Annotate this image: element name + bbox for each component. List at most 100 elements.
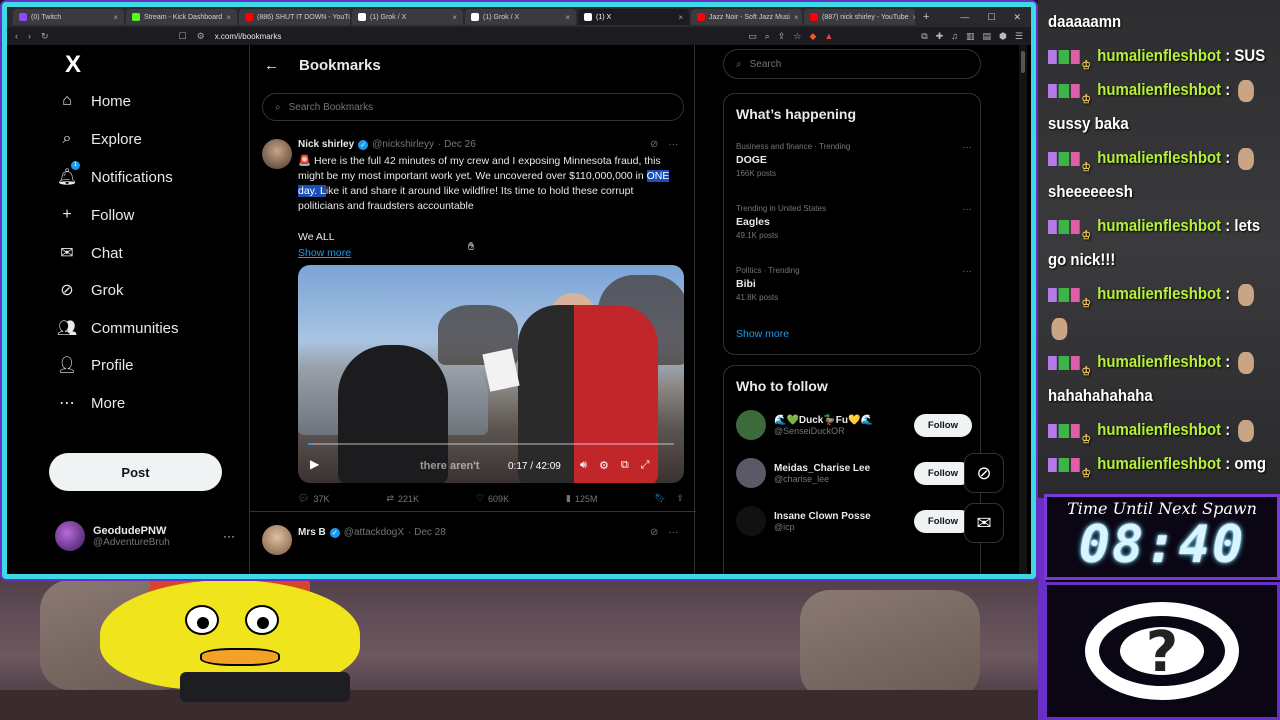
- chat-username[interactable]: humalienfleshbot: [1097, 216, 1221, 235]
- nav-item-follow[interactable]: + Follow: [57, 205, 134, 225]
- scrollbar[interactable]: [1019, 45, 1027, 574]
- tweet-handle[interactable]: @attackdogX: [344, 527, 404, 538]
- nav-item-grok[interactable]: ⊘ Grok: [57, 280, 123, 300]
- nav-item-home[interactable]: ⌂ Home: [57, 91, 131, 111]
- rewards-icon[interactable]: ▲: [824, 31, 833, 42]
- browser-tab[interactable]: (0) Twitch ×: [13, 9, 124, 25]
- browser-tab[interactable]: (1) Grok / X ×: [352, 9, 463, 25]
- show-more-link[interactable]: Show more: [298, 247, 351, 259]
- tweet-avatar[interactable]: [262, 525, 292, 555]
- follow-suggestion[interactable]: Insane Clown Posse @icp Follow: [736, 506, 972, 536]
- browser-tab[interactable]: (887) nick shirley - YouTube×: [804, 9, 915, 25]
- more-options-icon[interactable]: ···: [962, 266, 972, 277]
- repost-button[interactable]: ⇄ 221K: [386, 493, 419, 504]
- show-more-link[interactable]: Show more: [736, 328, 789, 340]
- chat-username[interactable]: humalienfleshbot: [1097, 46, 1221, 65]
- bookmark-button[interactable]: 🔖︎ ⇪: [654, 493, 684, 504]
- messages-float-button[interactable]: ✉: [964, 503, 1004, 543]
- chat-username[interactable]: humalienfleshbot: [1097, 420, 1221, 439]
- video-player[interactable]: ▶ there aren't 0:17 / 42:09 🔊︎ ⚙ ⧉ ⤢: [298, 265, 684, 483]
- more-options-icon[interactable]: ···: [668, 527, 678, 538]
- close-tab-icon[interactable]: ×: [678, 13, 683, 22]
- media-icon[interactable]: ♫: [951, 31, 958, 42]
- video-progress-bar[interactable]: [308, 443, 674, 445]
- more-options-icon[interactable]: ···: [668, 139, 678, 150]
- nav-item-notifications[interactable]: 🔔︎ 1 Notifications: [57, 161, 173, 187]
- grok-icon[interactable]: ⊘: [650, 527, 658, 538]
- trend-item[interactable]: Politics · Trending Bibi 41.8K posts ···: [736, 266, 972, 302]
- browser-tab[interactable]: (886) SHUT IT DOWN - YouTu×: [239, 9, 350, 25]
- close-tab-icon[interactable]: ×: [226, 13, 231, 22]
- close-tab-icon[interactable]: ×: [913, 13, 915, 22]
- tweet-author-name[interactable]: Nick shirley: [298, 139, 354, 150]
- menu-icon[interactable]: ☰: [1015, 31, 1023, 42]
- vpn-icon[interactable]: ⬢: [999, 31, 1007, 42]
- reload-icon[interactable]: ↻: [41, 31, 49, 42]
- trend-item[interactable]: Trending in United States Eagles 49.1K pos…: [736, 204, 972, 240]
- grok-icon[interactable]: ⊘: [650, 139, 658, 150]
- wallet-icon[interactable]: ▤: [983, 31, 992, 42]
- brave-shield-icon[interactable]: ◆: [809, 31, 816, 42]
- close-icon[interactable]: ✕: [1013, 12, 1021, 23]
- url-text[interactable]: x.com/i/bookmarks: [215, 32, 282, 41]
- follow-button[interactable]: Follow: [913, 413, 972, 437]
- nav-item-explore[interactable]: ⌕ Explore: [57, 129, 142, 149]
- more-options-icon[interactable]: ···: [962, 204, 972, 215]
- close-tab-icon[interactable]: ×: [452, 13, 457, 22]
- avatar[interactable]: [736, 410, 766, 440]
- chat-username[interactable]: humalienfleshbot: [1097, 352, 1221, 371]
- nav-item-communities[interactable]: 👥︎ Communities: [57, 318, 179, 338]
- trend-item[interactable]: Business and finance · Trending DOGE 166K …: [736, 142, 972, 178]
- fullscreen-icon[interactable]: ⤢: [641, 459, 650, 472]
- search-bookmarks-input[interactable]: ⌕ Search Bookmarks: [262, 93, 684, 121]
- grok-float-button[interactable]: ⊘: [964, 453, 1004, 493]
- like-button[interactable]: ♡ 609K: [476, 493, 509, 504]
- share-icon[interactable]: ⇪: [778, 31, 786, 42]
- browser-tab[interactable]: Jazz Noir - Soft Jazz Musi ×: [691, 9, 802, 25]
- close-tab-icon[interactable]: ×: [565, 13, 570, 22]
- tweet-date[interactable]: · Dec 28: [408, 527, 446, 538]
- extensions-icon[interactable]: ⧉: [921, 31, 927, 42]
- screen-icon[interactable]: ▭: [748, 31, 757, 42]
- nav-item-profile[interactable]: 👤︎ Profile: [57, 355, 134, 375]
- post-button[interactable]: Post: [49, 453, 222, 491]
- site-settings-icon[interactable]: ⚙: [197, 31, 205, 42]
- close-tab-icon[interactable]: ×: [794, 13, 799, 22]
- browser-tab[interactable]: Stream - Kick Dashboard ×: [126, 9, 237, 25]
- tweet-avatar[interactable]: [262, 139, 292, 169]
- bookmark-page-icon[interactable]: ☐: [179, 31, 187, 42]
- forward-icon[interactable]: ›: [28, 31, 31, 41]
- settings-gear-icon[interactable]: ⚙: [599, 459, 609, 472]
- tweet-handle[interactable]: @nickshirleyy: [372, 139, 434, 150]
- reply-button[interactable]: 💬︎ 37K: [298, 493, 329, 504]
- follow-suggestion[interactable]: Meidas_Charise Lee @charise_lee Follow: [736, 458, 972, 488]
- minimize-icon[interactable]: —: [960, 12, 969, 23]
- follow-suggestion[interactable]: 🌊💚Duck🦆Fu💛🌊 @SenseiDuckOR Follow: [736, 410, 972, 440]
- new-tab-button[interactable]: +: [917, 11, 935, 23]
- volume-icon[interactable]: 🔊︎: [580, 459, 587, 472]
- avatar[interactable]: [736, 458, 766, 488]
- star-icon[interactable]: ☆: [793, 31, 801, 42]
- play-icon[interactable]: ▶: [310, 457, 319, 471]
- avatar[interactable]: [736, 506, 766, 536]
- nav-item-more[interactable]: ⋯ More: [57, 393, 125, 413]
- chat-username[interactable]: humalienfleshbot: [1097, 80, 1221, 99]
- account-switcher[interactable]: GeodudePNW @AdventureBruh ···: [55, 521, 235, 551]
- back-arrow-icon[interactable]: ←: [264, 57, 279, 74]
- browser-tab[interactable]: (1) Grok / X ×: [465, 9, 576, 25]
- chat-username[interactable]: humalienfleshbot: [1097, 148, 1221, 167]
- sidebar-toggle-icon[interactable]: ▥: [966, 31, 975, 42]
- views-button[interactable]: ▮ 125M: [566, 493, 597, 504]
- browser-tab[interactable]: (1) X ×: [578, 9, 689, 25]
- back-icon[interactable]: ‹: [15, 31, 18, 41]
- more-options-icon[interactable]: ···: [962, 142, 972, 153]
- search-input[interactable]: ⌕ Search: [723, 49, 981, 79]
- tweet-author-name[interactable]: Mrs B: [298, 527, 326, 538]
- more-icon[interactable]: ···: [223, 529, 235, 543]
- zoom-icon[interactable]: ⌕: [765, 31, 770, 42]
- chat-username[interactable]: humalienfleshbot: [1097, 454, 1221, 473]
- chat-username[interactable]: humalienfleshbot: [1097, 284, 1221, 303]
- x-logo-icon[interactable]: X: [65, 51, 93, 79]
- tweet-date[interactable]: · Dec 26: [438, 139, 476, 150]
- nav-item-chat[interactable]: ✉ Chat: [57, 243, 122, 263]
